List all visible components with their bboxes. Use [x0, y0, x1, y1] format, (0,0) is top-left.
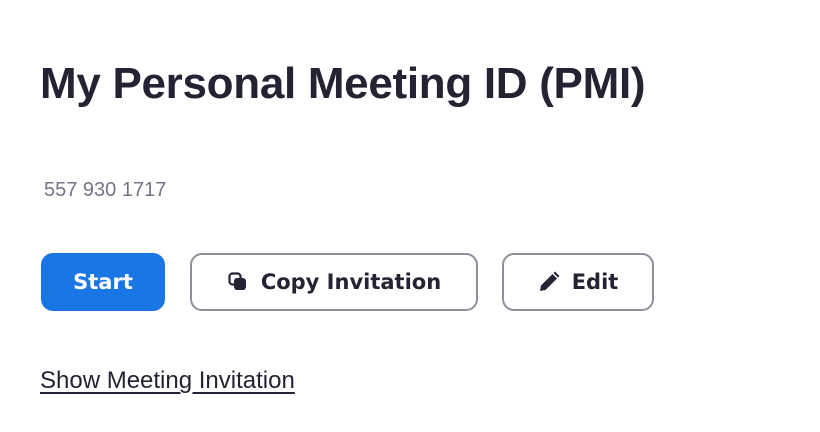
- edit-button-label: Edit: [571, 270, 619, 294]
- meeting-id-value: 557 930 1717: [44, 179, 167, 201]
- copy-invitation-button[interactable]: Copy Invitation: [190, 253, 478, 311]
- edit-button[interactable]: Edit: [502, 253, 654, 311]
- copy-invitation-label: Copy Invitation: [260, 270, 442, 294]
- show-meeting-invitation-link[interactable]: Show Meeting Invitation: [40, 366, 295, 396]
- start-button-label: Start: [73, 270, 133, 294]
- copy-icon: [227, 271, 249, 293]
- page-title: My Personal Meeting ID (PMI): [40, 59, 646, 108]
- start-button[interactable]: Start: [41, 253, 165, 311]
- pmi-panel: My Personal Meeting ID (PMI) 557 930 171…: [0, 0, 820, 432]
- pencil-icon: [538, 271, 560, 293]
